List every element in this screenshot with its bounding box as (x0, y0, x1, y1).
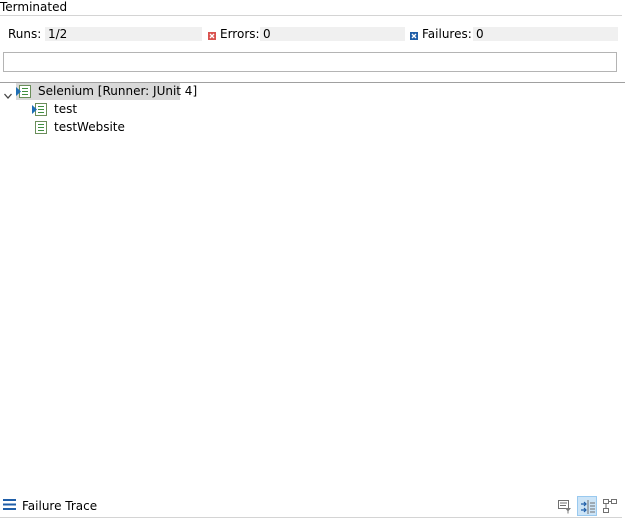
failure-trace-header: Failure Trace (0, 495, 625, 517)
tree-item-test[interactable]: test (32, 101, 132, 118)
test-suite-running-icon (16, 84, 32, 99)
tree-item-testwebsite[interactable]: testWebsite (32, 119, 132, 136)
chevron-down-icon[interactable] (4, 89, 12, 99)
hierarchy-icon (603, 499, 617, 513)
filter-stack-trace-button[interactable] (555, 496, 575, 516)
show-hierarchy-button[interactable] (600, 496, 620, 516)
tree-item-testwebsite-label: testWebsite (54, 120, 125, 134)
test-running-icon (32, 102, 48, 117)
progress-bar (3, 52, 617, 72)
test-tree: Selenium [Runner: JUnit 4] test testWebs… (0, 83, 625, 483)
runs-value: 1/2 (45, 27, 202, 41)
error-icon (208, 29, 216, 40)
failures-value: 0 (473, 27, 618, 41)
failures-label: Failures: (422, 27, 472, 41)
counters-bar: Runs: 1/2 Errors: 0 Failures: 0 (0, 26, 625, 44)
compare-icon (581, 500, 595, 514)
tree-item-test-label: test (54, 102, 78, 116)
failure-icon (410, 29, 418, 40)
test-icon (32, 120, 48, 135)
stack-trace-icon (3, 499, 16, 510)
tree-item-root-label: Selenium [Runner: JUnit 4] (38, 84, 198, 98)
status-text: Terminated (0, 0, 68, 14)
tree-item-root[interactable]: Selenium [Runner: JUnit 4] (16, 83, 197, 100)
errors-value: 0 (260, 27, 405, 41)
runs-label: Runs: (8, 27, 42, 41)
compare-result-button[interactable] (577, 496, 597, 516)
errors-label: Errors: (220, 27, 260, 41)
filter-trace-icon (558, 500, 571, 514)
failure-trace-title: Failure Trace (22, 499, 98, 513)
header-divider (0, 15, 622, 16)
